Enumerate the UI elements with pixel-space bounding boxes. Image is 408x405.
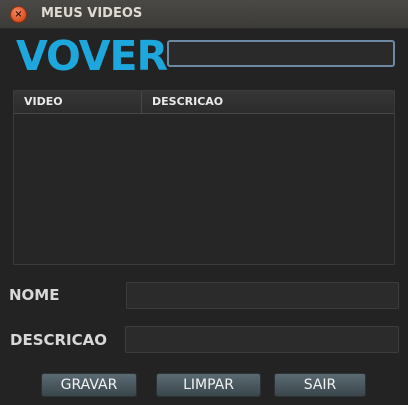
- search-input[interactable]: [167, 40, 395, 67]
- sair-button[interactable]: SAIR: [274, 373, 366, 397]
- descricao-label: DESCRICAO: [10, 331, 108, 349]
- gravar-button[interactable]: GRAVAR: [41, 373, 137, 397]
- close-icon[interactable]: ×: [10, 6, 27, 23]
- column-header-video[interactable]: VIDEO: [14, 91, 142, 113]
- title-bar: × MEUS VIDEOS: [0, 0, 408, 29]
- descricao-field[interactable]: [125, 326, 399, 353]
- column-header-descricao[interactable]: DESCRICAO: [142, 91, 223, 113]
- window-title: MEUS VIDEOS: [41, 6, 143, 21]
- limpar-button[interactable]: LIMPAR: [156, 373, 261, 397]
- table-header: VIDEO DESCRICAO: [14, 91, 394, 114]
- nome-label: NOME: [9, 286, 60, 304]
- logo: VOVER: [16, 32, 168, 80]
- app-window: × MEUS VIDEOS VOVER VIDEO DESCRICAO NOME…: [0, 0, 408, 405]
- nome-field[interactable]: [126, 282, 399, 309]
- video-table[interactable]: VIDEO DESCRICAO: [13, 90, 395, 265]
